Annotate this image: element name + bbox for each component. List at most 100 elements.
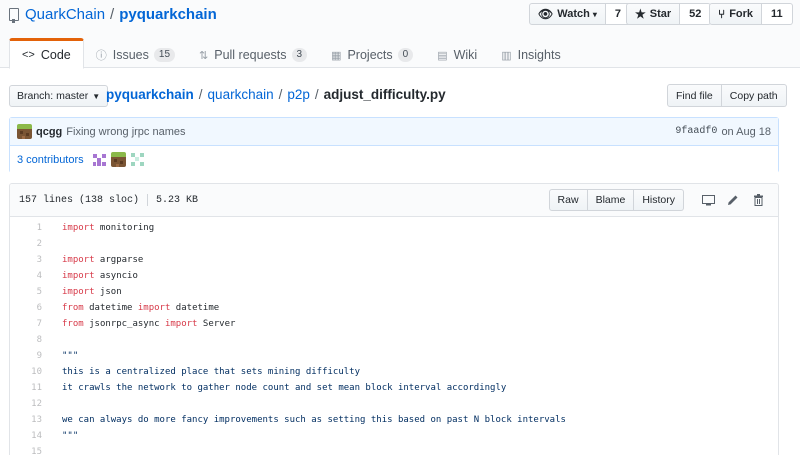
code-line: 5 import json: [10, 284, 778, 300]
commit-message-link[interactable]: Fixing wrong jrpc names: [66, 126, 185, 138]
watch-button[interactable]: 👁 Watch ▾: [529, 3, 606, 25]
fork-label: Fork: [729, 8, 754, 20]
desktop-icon[interactable]: [697, 189, 719, 211]
repo-nav: <> Code ⓘ Issues 15 ⇅ Pull requests 3 ▦ …: [9, 38, 573, 69]
code-token: from: [62, 319, 84, 329]
tab-label: Pull requests: [214, 48, 287, 62]
caret-down-icon: ▼: [92, 91, 101, 101]
star-button[interactable]: ★ Star: [626, 3, 681, 25]
star-group: ★ Star 52: [626, 3, 712, 25]
watch-group: 👁 Watch ▾ 7: [529, 3, 631, 25]
contributor-avatar[interactable]: [91, 152, 107, 167]
repo-title-separator: /: [110, 6, 115, 23]
contributor-avatar[interactable]: [110, 152, 126, 167]
line-number[interactable]: 2: [10, 236, 42, 252]
trashcan-icon[interactable]: [747, 189, 769, 211]
line-source: import json: [42, 284, 122, 300]
line-source: """: [42, 348, 78, 364]
breadcrumb-separator: /: [314, 87, 319, 102]
breadcrumb-current-file: adjust_difficulty.py: [323, 87, 446, 102]
fork-icon: ⑂: [718, 7, 726, 21]
project-icon: ▦: [331, 49, 342, 62]
repo-icon: [9, 8, 19, 23]
code-line: 7 from jsonrpc_async import Server: [10, 316, 778, 332]
tab-wiki[interactable]: ▤ Wiki: [425, 38, 489, 69]
code-token: import: [164, 319, 198, 329]
code-token: we can always do more fancy improvements…: [62, 415, 566, 425]
code-token: """: [62, 351, 79, 361]
code-line: 15: [10, 444, 778, 455]
history-button[interactable]: History: [634, 189, 684, 211]
repo-header: QuarkChain / pyquarkchain 👁 Watch ▾ 7 ★ …: [0, 0, 800, 69]
file-line-count: 157 lines (138 sloc): [19, 194, 140, 206]
commit-box: qcgg Fixing wrong jrpc names 9faadf0 on …: [9, 117, 779, 173]
code-token: datetime: [83, 303, 138, 313]
copy-path-button[interactable]: Copy path: [721, 84, 787, 107]
breadcrumb-quarkchain-link[interactable]: quarkchain: [208, 87, 274, 102]
star-count[interactable]: 52: [680, 3, 712, 25]
tab-code[interactable]: <> Code: [9, 38, 84, 69]
breadcrumb-p2p-link[interactable]: p2p: [287, 87, 310, 102]
line-number[interactable]: 13: [10, 412, 42, 428]
commit-date: on Aug 18: [721, 125, 771, 138]
code-token: asyncio: [94, 271, 138, 281]
code-line: 8: [10, 332, 778, 348]
fork-group: ⑂ Fork 11: [709, 3, 793, 25]
line-source: import asyncio: [42, 268, 138, 284]
path-buttons: Find file Copy path: [667, 84, 787, 107]
commit-meta: 9faadf0 on Aug 18: [675, 126, 771, 138]
code-view: 1 import monitoring 2 3 import argparse 4 impo…: [10, 217, 778, 455]
file-actions: Raw Blame History: [548, 189, 769, 211]
tab-projects[interactable]: ▦ Projects 0: [319, 38, 425, 69]
line-number[interactable]: 3: [10, 252, 42, 268]
repo-name-link[interactable]: pyquarkchain: [119, 6, 217, 23]
line-source: """: [42, 428, 78, 444]
fork-count[interactable]: 11: [762, 3, 793, 25]
contributors-link[interactable]: 3 contributors: [17, 154, 84, 166]
code-line: 3 import argparse: [10, 252, 778, 268]
commit-author-link[interactable]: qcgg: [36, 126, 62, 138]
code-line: 14 """: [10, 428, 778, 444]
line-source: this is a centralized place that sets mi…: [42, 364, 360, 380]
tab-issues[interactable]: ⓘ Issues 15: [84, 38, 187, 69]
line-number[interactable]: 10: [10, 364, 42, 380]
line-number[interactable]: 9: [10, 348, 42, 364]
contributor-avatar[interactable]: [130, 152, 145, 167]
line-number[interactable]: 11: [10, 380, 42, 396]
line-number[interactable]: 6: [10, 300, 42, 316]
contributors-row: 3 contributors: [10, 146, 778, 173]
line-number[interactable]: 12: [10, 396, 42, 412]
line-source: [42, 332, 62, 348]
line-number[interactable]: 8: [10, 332, 42, 348]
code-token: argparse: [94, 255, 144, 265]
tab-pull-requests[interactable]: ⇅ Pull requests 3: [187, 38, 319, 69]
code-line: 11 it crawls the network to gather node c…: [10, 380, 778, 396]
eye-icon: 👁: [538, 7, 554, 21]
code-token: import: [62, 223, 95, 233]
breadcrumb-root-link[interactable]: pyquarkchain: [106, 87, 194, 102]
file-info-divider: [147, 194, 149, 206]
commit-tease: qcgg Fixing wrong jrpc names 9faadf0 on …: [10, 118, 778, 146]
line-number[interactable]: 14: [10, 428, 42, 444]
raw-button[interactable]: Raw: [548, 189, 588, 211]
line-number[interactable]: 1: [10, 220, 42, 236]
branch-select-button[interactable]: Branch: master ▼: [9, 85, 109, 107]
avatar[interactable]: [17, 124, 32, 139]
code-token: it crawls the network to gather node cou…: [62, 383, 507, 393]
git-pull-request-icon: ⇅: [199, 49, 209, 62]
code-token: monitoring: [94, 223, 155, 233]
line-number[interactable]: 15: [10, 444, 42, 455]
line-number[interactable]: 7: [10, 316, 42, 332]
code-token: import: [62, 255, 95, 265]
find-file-button[interactable]: Find file: [667, 84, 722, 107]
tab-insights[interactable]: ▥ Insights: [489, 38, 573, 69]
line-number[interactable]: 4: [10, 268, 42, 284]
line-number[interactable]: 5: [10, 284, 42, 300]
repo-owner-link[interactable]: QuarkChain: [25, 6, 105, 23]
blame-button[interactable]: Blame: [587, 189, 635, 211]
commit-sha-link[interactable]: 9faadf0: [675, 126, 717, 137]
pencil-icon[interactable]: [722, 189, 744, 211]
fork-button[interactable]: ⑂ Fork: [709, 3, 763, 25]
issues-counter: 15: [153, 48, 176, 62]
file-info: 157 lines (138 sloc) 5.23 KB: [19, 194, 198, 206]
